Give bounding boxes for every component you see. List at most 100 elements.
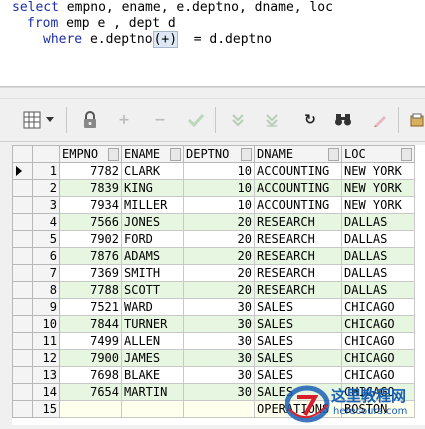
column-sort-icon[interactable] bbox=[108, 148, 119, 161]
cell-deptno[interactable]: 30 bbox=[183, 332, 255, 350]
cell-empno[interactable]: 7782 bbox=[59, 162, 122, 180]
cell-empno[interactable]: 7369 bbox=[59, 264, 122, 282]
cell-loc[interactable]: NEW YORK bbox=[341, 162, 415, 180]
row-indicator[interactable] bbox=[12, 179, 33, 197]
find-icon[interactable] bbox=[333, 110, 353, 130]
cell-dname[interactable]: ACCOUNTING bbox=[254, 196, 342, 214]
cell-empno[interactable]: 7900 bbox=[59, 349, 122, 367]
cell-dname[interactable]: RESEARCH bbox=[254, 264, 342, 282]
cell-dname[interactable]: SALES bbox=[254, 366, 342, 384]
splitter[interactable] bbox=[0, 87, 425, 98]
cell-empno[interactable]: 7844 bbox=[59, 315, 122, 333]
cell-deptno[interactable]: 20 bbox=[183, 281, 255, 299]
refresh-icon[interactable]: ↻ bbox=[300, 110, 320, 130]
cell-empno[interactable]: 7902 bbox=[59, 230, 122, 248]
cell-dname[interactable]: RESEARCH bbox=[254, 230, 342, 248]
row-indicator[interactable] bbox=[12, 315, 33, 333]
column-header-ename[interactable]: ENAME bbox=[121, 145, 184, 163]
column-sort-icon[interactable] bbox=[328, 148, 339, 161]
cell-ename[interactable]: SMITH bbox=[121, 264, 184, 282]
export-icon[interactable] bbox=[407, 110, 425, 130]
cell-empno[interactable]: 7698 bbox=[59, 366, 122, 384]
cell-empno[interactable]: 7499 bbox=[59, 332, 122, 350]
cell-dname[interactable]: SALES bbox=[254, 315, 342, 333]
add-icon[interactable]: + bbox=[114, 110, 134, 130]
cell-loc[interactable]: DALLAS bbox=[341, 230, 415, 248]
column-sort-icon[interactable] bbox=[170, 148, 181, 161]
cell-deptno[interactable]: 20 bbox=[183, 247, 255, 265]
cell-loc[interactable]: CHICAGO bbox=[341, 315, 415, 333]
cell-ename[interactable]: JAMES bbox=[121, 349, 184, 367]
table-row[interactable]: 4 7566 JONES 20 RESEARCH DALLAS bbox=[12, 213, 415, 231]
cell-ename[interactable]: MARTIN bbox=[121, 383, 184, 401]
cell-deptno[interactable]: 20 bbox=[183, 213, 255, 231]
cell-deptno[interactable] bbox=[183, 400, 255, 418]
cell-ename[interactable]: JONES bbox=[121, 213, 184, 231]
cell-ename[interactable]: WARD bbox=[121, 298, 184, 316]
cell-ename[interactable]: ALLEN bbox=[121, 332, 184, 350]
row-indicator[interactable] bbox=[12, 162, 33, 180]
column-header-deptno[interactable]: DEPTNO bbox=[183, 145, 255, 163]
dropdown-arrow-icon[interactable] bbox=[44, 110, 56, 130]
post-down-icon[interactable] bbox=[228, 110, 248, 130]
cell-loc[interactable]: DALLAS bbox=[341, 213, 415, 231]
cell-dname[interactable]: RESEARCH bbox=[254, 281, 342, 299]
cell-ename[interactable]: CLARK bbox=[121, 162, 184, 180]
cell-loc[interactable]: DALLAS bbox=[341, 264, 415, 282]
cell-deptno[interactable]: 30 bbox=[183, 383, 255, 401]
cell-ename[interactable]: FORD bbox=[121, 230, 184, 248]
table-row[interactable]: 6 7876 ADAMS 20 RESEARCH DALLAS bbox=[12, 247, 415, 265]
cell-deptno[interactable]: 30 bbox=[183, 315, 255, 333]
cell-loc[interactable]: DALLAS bbox=[341, 247, 415, 265]
cell-empno[interactable]: 7934 bbox=[59, 196, 122, 214]
row-indicator[interactable] bbox=[12, 196, 33, 214]
cell-ename[interactable]: SCOTT bbox=[121, 281, 184, 299]
cell-deptno[interactable]: 30 bbox=[183, 349, 255, 367]
table-row[interactable]: 13 7698 BLAKE 30 SALES CHICAGO bbox=[12, 366, 415, 384]
table-row[interactable]: 9 7521 WARD 30 SALES CHICAGO bbox=[12, 298, 415, 316]
row-indicator[interactable] bbox=[12, 400, 33, 418]
row-indicator[interactable] bbox=[12, 366, 33, 384]
cell-ename[interactable] bbox=[121, 400, 184, 418]
cell-empno[interactable]: 7521 bbox=[59, 298, 122, 316]
table-row[interactable]: 7 7369 SMITH 20 RESEARCH DALLAS bbox=[12, 264, 415, 282]
cell-loc[interactable]: CHICAGO bbox=[341, 298, 415, 316]
cell-dname[interactable]: RESEARCH bbox=[254, 247, 342, 265]
cell-deptno[interactable]: 30 bbox=[183, 298, 255, 316]
cell-loc[interactable]: CHICAGO bbox=[341, 332, 415, 350]
cell-ename[interactable]: KING bbox=[121, 179, 184, 197]
row-indicator[interactable] bbox=[12, 281, 33, 299]
table-row[interactable]: 10 7844 TURNER 30 SALES CHICAGO bbox=[12, 315, 415, 333]
post-down-double-icon[interactable] bbox=[262, 110, 282, 130]
cell-loc[interactable]: CHICAGO bbox=[341, 349, 415, 367]
cell-dname[interactable]: RESEARCH bbox=[254, 213, 342, 231]
column-header-loc[interactable]: LOC bbox=[341, 145, 415, 163]
column-sort-icon[interactable] bbox=[241, 148, 252, 161]
row-indicator[interactable] bbox=[12, 298, 33, 316]
table-row[interactable]: 2 7839 KING 10 ACCOUNTING NEW YORK bbox=[12, 179, 415, 197]
cell-deptno[interactable]: 20 bbox=[183, 230, 255, 248]
cell-empno[interactable]: 7566 bbox=[59, 213, 122, 231]
column-header-empno[interactable]: EMPNO bbox=[59, 145, 122, 163]
lock-icon[interactable] bbox=[80, 110, 100, 130]
cell-deptno[interactable]: 10 bbox=[183, 162, 255, 180]
cell-deptno[interactable]: 20 bbox=[183, 264, 255, 282]
clear-icon[interactable] bbox=[370, 110, 390, 130]
cell-ename[interactable]: MILLER bbox=[121, 196, 184, 214]
cell-ename[interactable]: BLAKE bbox=[121, 366, 184, 384]
cell-dname[interactable]: SALES bbox=[254, 332, 342, 350]
row-indicator[interactable] bbox=[12, 247, 33, 265]
cell-loc[interactable]: CHICAGO bbox=[341, 366, 415, 384]
cell-dname[interactable]: ACCOUNTING bbox=[254, 162, 342, 180]
check-icon[interactable] bbox=[186, 110, 206, 130]
cell-empno[interactable]: 7788 bbox=[59, 281, 122, 299]
row-indicator[interactable] bbox=[12, 332, 33, 350]
row-indicator[interactable] bbox=[12, 383, 33, 401]
row-indicator[interactable] bbox=[12, 349, 33, 367]
cell-deptno[interactable]: 10 bbox=[183, 196, 255, 214]
row-indicator[interactable] bbox=[12, 213, 33, 231]
cell-empno[interactable]: 7654 bbox=[59, 383, 122, 401]
cell-empno[interactable]: 7876 bbox=[59, 247, 122, 265]
cell-deptno[interactable]: 10 bbox=[183, 179, 255, 197]
table-row[interactable]: 5 7902 FORD 20 RESEARCH DALLAS bbox=[12, 230, 415, 248]
